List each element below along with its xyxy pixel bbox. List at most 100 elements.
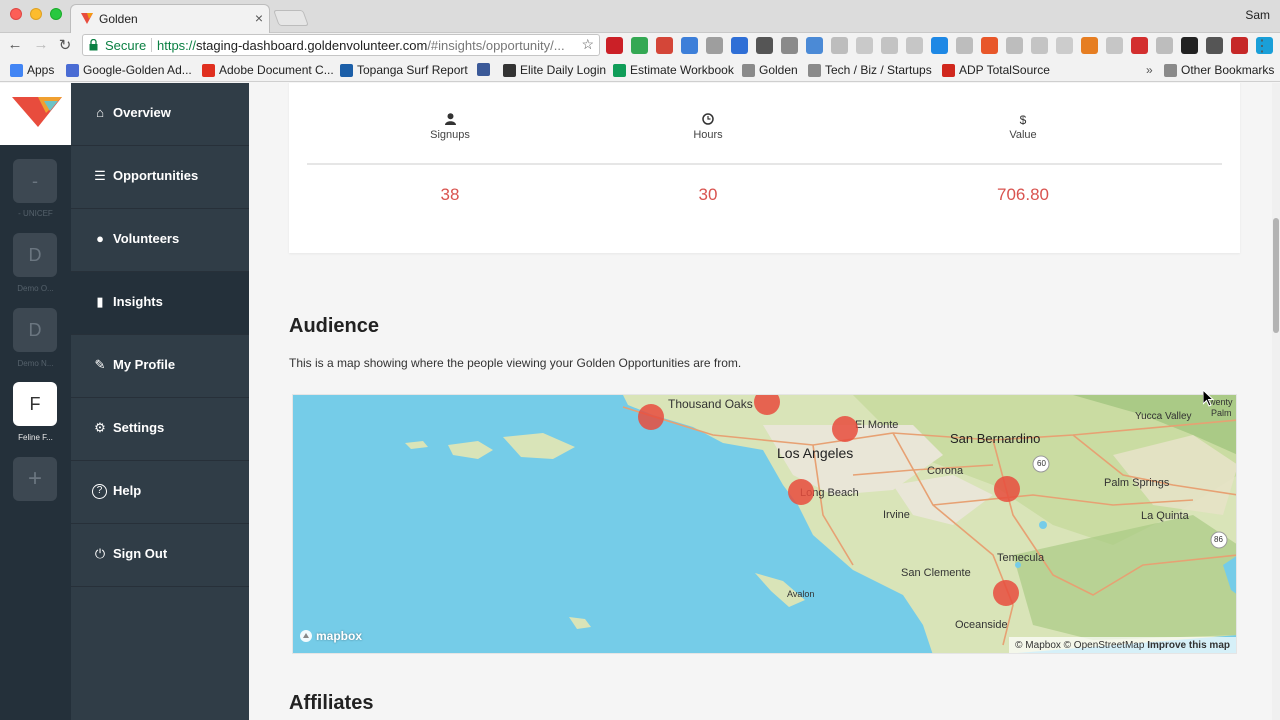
sidebar-item-my-profile[interactable]: ✎ My Profile	[71, 335, 249, 398]
profile-name[interactable]: Sam	[1245, 8, 1270, 22]
bookmark-label: Adobe Document C...	[219, 63, 334, 77]
browser-extension-icon[interactable]	[1181, 37, 1198, 54]
browser-extension-icon[interactable]	[956, 37, 973, 54]
back-arrow-icon[interactable]: ←	[6, 36, 24, 53]
browser-extension-icon[interactable]	[856, 37, 873, 54]
bookmarks-bar: Apps Google-Golden Ad... Adobe Document C.…	[0, 58, 1280, 82]
browser-toolbar: ← → ↻ Secure https://staging-dashboard.g…	[0, 33, 1280, 58]
main-content: Signups Hours $ Value 38 30 706.80 Audie…	[249, 83, 1272, 720]
org-demo-o[interactable]: D	[13, 233, 57, 277]
map-marker[interactable]	[993, 580, 1019, 606]
browser-extension-icon[interactable]	[1031, 37, 1048, 54]
map-label-irvine: Irvine	[883, 509, 910, 521]
sidebar-item-opportunities[interactable]: ☰ Opportunities	[71, 146, 249, 209]
mapbox-icon	[300, 630, 312, 642]
close-window-button[interactable]	[10, 8, 22, 20]
other-bookmarks-label: Other Bookmarks	[1181, 63, 1275, 77]
map-marker[interactable]	[788, 479, 814, 505]
browser-extension-icon[interactable]	[631, 37, 648, 54]
browser-extension-icon[interactable]	[831, 37, 848, 54]
url-text[interactable]: https://staging-dashboard.goldenvoluntee…	[157, 38, 571, 53]
browser-extension-icon[interactable]	[931, 37, 948, 54]
golden-logo[interactable]	[0, 83, 71, 145]
scrollbar[interactable]	[1272, 83, 1280, 720]
browser-extension-icon[interactable]	[1231, 37, 1248, 54]
scrollbar-thumb[interactable]	[1273, 218, 1279, 333]
map-label-la-quinta: La Quinta	[1141, 510, 1189, 522]
map-marker[interactable]	[638, 404, 664, 430]
audience-map[interactable]: 60 86 Thousand Oaks El Monte Los Angeles…	[292, 394, 1237, 654]
browser-extension-icon[interactable]	[706, 37, 723, 54]
attribution-text[interactable]: © Mapbox © OpenStreetMap	[1015, 640, 1144, 651]
browser-extension-icon[interactable]	[731, 37, 748, 54]
forward-arrow-icon[interactable]: →	[32, 36, 50, 53]
mapbox-logo[interactable]: mapbox	[299, 629, 362, 643]
bookmark-item[interactable]: Apps	[10, 63, 54, 77]
browser-extension-icon[interactable]	[1106, 37, 1123, 54]
map-marker[interactable]	[832, 416, 858, 442]
bar-chart-icon: ▮	[96, 294, 104, 309]
browser-extension-icon[interactable]	[781, 37, 798, 54]
sidebar-item-settings[interactable]: ⚙ Settings	[71, 398, 249, 461]
map-marker[interactable]	[994, 476, 1020, 502]
browser-extension-icon[interactable]	[1081, 37, 1098, 54]
add-org-button[interactable]: +	[13, 457, 57, 501]
bookmark-item[interactable]: Estimate Workbook	[613, 63, 734, 77]
tab-close-button[interactable]: ×	[255, 10, 263, 26]
bookmark-item[interactable]: Tech / Biz / Startups	[808, 63, 932, 77]
bookmark-item[interactable]: Topanga Surf Report	[340, 63, 468, 77]
browser-extension-icon[interactable]	[681, 37, 698, 54]
browser-extension-icon[interactable]	[1006, 37, 1023, 54]
bookmark-item[interactable]	[477, 63, 490, 76]
org-unicef[interactable]: -	[13, 159, 57, 203]
bookmark-item[interactable]: Elite Daily Login	[503, 63, 606, 77]
org-feline-f-label: Feline F...	[18, 433, 53, 442]
other-bookmarks[interactable]: Other Bookmarks	[1164, 63, 1274, 77]
browser-extension-icon[interactable]	[806, 37, 823, 54]
browser-extension-icon[interactable]	[756, 37, 773, 54]
browser-extension-icon[interactable]	[1131, 37, 1148, 54]
sidebar-item-overview[interactable]: ⌂ Overview	[71, 83, 249, 146]
bookmark-star-icon[interactable]: ☆	[581, 36, 594, 53]
user-icon: ●	[96, 231, 104, 246]
highway-86-label: 86	[1214, 535, 1223, 544]
browser-extension-icon[interactable]	[906, 37, 923, 54]
sidebar-item-label: My Profile	[113, 357, 176, 372]
bookmark-item[interactable]: Adobe Document C...	[202, 63, 334, 77]
sidebar-item-volunteers[interactable]: ● Volunteers	[71, 209, 249, 272]
org-demo-n[interactable]: D	[13, 308, 57, 352]
sidebar-item-help[interactable]: ? Help	[71, 461, 249, 524]
browser-extension-icon[interactable]	[1156, 37, 1173, 54]
browser-extension-icon[interactable]	[656, 37, 673, 54]
org-feline-f[interactable]: F	[13, 382, 57, 426]
sidebar-item-insights[interactable]: ▮ Insights	[71, 272, 249, 335]
browser-extension-icon[interactable]	[1056, 37, 1073, 54]
browser-tab[interactable]: Golden ×	[70, 4, 270, 33]
e-icon	[503, 63, 516, 77]
browser-extension-icon[interactable]	[881, 37, 898, 54]
browser-extension-icon[interactable]	[606, 37, 623, 54]
bookmarks-overflow-icon[interactable]: »	[1146, 63, 1153, 77]
browser-extension-icon[interactable]	[981, 37, 998, 54]
browser-menu-icon[interactable]: ⋮	[1254, 36, 1270, 56]
address-bar[interactable]: Secure https://staging-dashboard.goldenv…	[82, 34, 600, 56]
audience-title: Audience	[289, 315, 380, 337]
browser-extension-icon[interactable]	[1206, 37, 1223, 54]
maximize-window-button[interactable]	[50, 8, 62, 20]
bookmark-item[interactable]: Google-Golden Ad...	[66, 63, 192, 77]
bookmark-item[interactable]: ADP TotalSource	[942, 63, 1050, 77]
signups-value: 38	[440, 185, 460, 204]
map-label-el-monte: El Monte	[855, 419, 899, 431]
org-demo-o-label: Demo O...	[17, 284, 54, 293]
improve-map-link[interactable]: Improve this map	[1147, 640, 1230, 651]
reload-icon[interactable]: ↻	[56, 36, 74, 54]
new-tab-button[interactable]	[273, 10, 309, 26]
sidebar-item-sign-out[interactable]: ⏻ Sign Out	[71, 524, 249, 587]
bookmark-item[interactable]: Golden	[742, 63, 798, 77]
bookmark-label: Estimate Workbook	[630, 63, 734, 77]
hours-value: 30	[698, 185, 718, 204]
signups-label: Signups	[430, 129, 470, 141]
omnibox-separator	[151, 38, 152, 52]
minimize-window-button[interactable]	[30, 8, 42, 20]
sidebar-item-label: Overview	[113, 105, 171, 120]
